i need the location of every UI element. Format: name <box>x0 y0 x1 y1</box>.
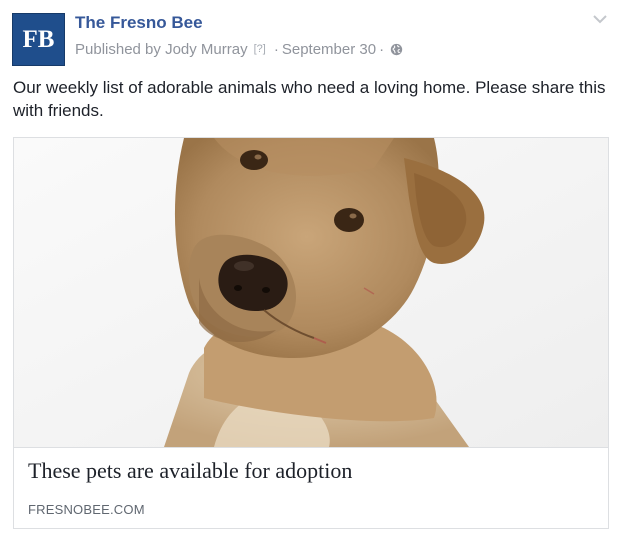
link-preview-card[interactable]: These pets are available for adoption FR… <box>13 137 609 529</box>
dog-photo-illustration <box>14 138 608 447</box>
post-date-link[interactable]: September 30 <box>282 41 376 58</box>
feed-post: FB The Fresno Bee Published by Jody Murr… <box>0 0 622 545</box>
author-link[interactable]: Jody Murray <box>165 41 248 58</box>
link-title[interactable]: These pets are available for adoption <box>28 458 352 484</box>
globe-icon[interactable] <box>390 43 403 56</box>
published-by-label: Published by <box>75 41 161 58</box>
meta-separator: · <box>273 41 279 58</box>
card-divider <box>14 447 608 448</box>
page-avatar[interactable]: FB <box>12 13 65 66</box>
help-marker[interactable]: [?] <box>254 43 266 55</box>
page-name-link[interactable]: The Fresno Bee <box>75 13 203 33</box>
meta-separator: · <box>379 41 385 58</box>
link-preview-image[interactable] <box>14 138 608 447</box>
chevron-down-icon[interactable] <box>592 13 608 25</box>
page-logo-text: FB <box>22 25 55 53</box>
post-message: Our weekly list of adorable animals who … <box>13 78 606 120</box>
post-meta: Published by Jody Murray [?] · September… <box>75 41 403 58</box>
link-domain[interactable]: FRESNOBEE.COM <box>28 502 145 517</box>
